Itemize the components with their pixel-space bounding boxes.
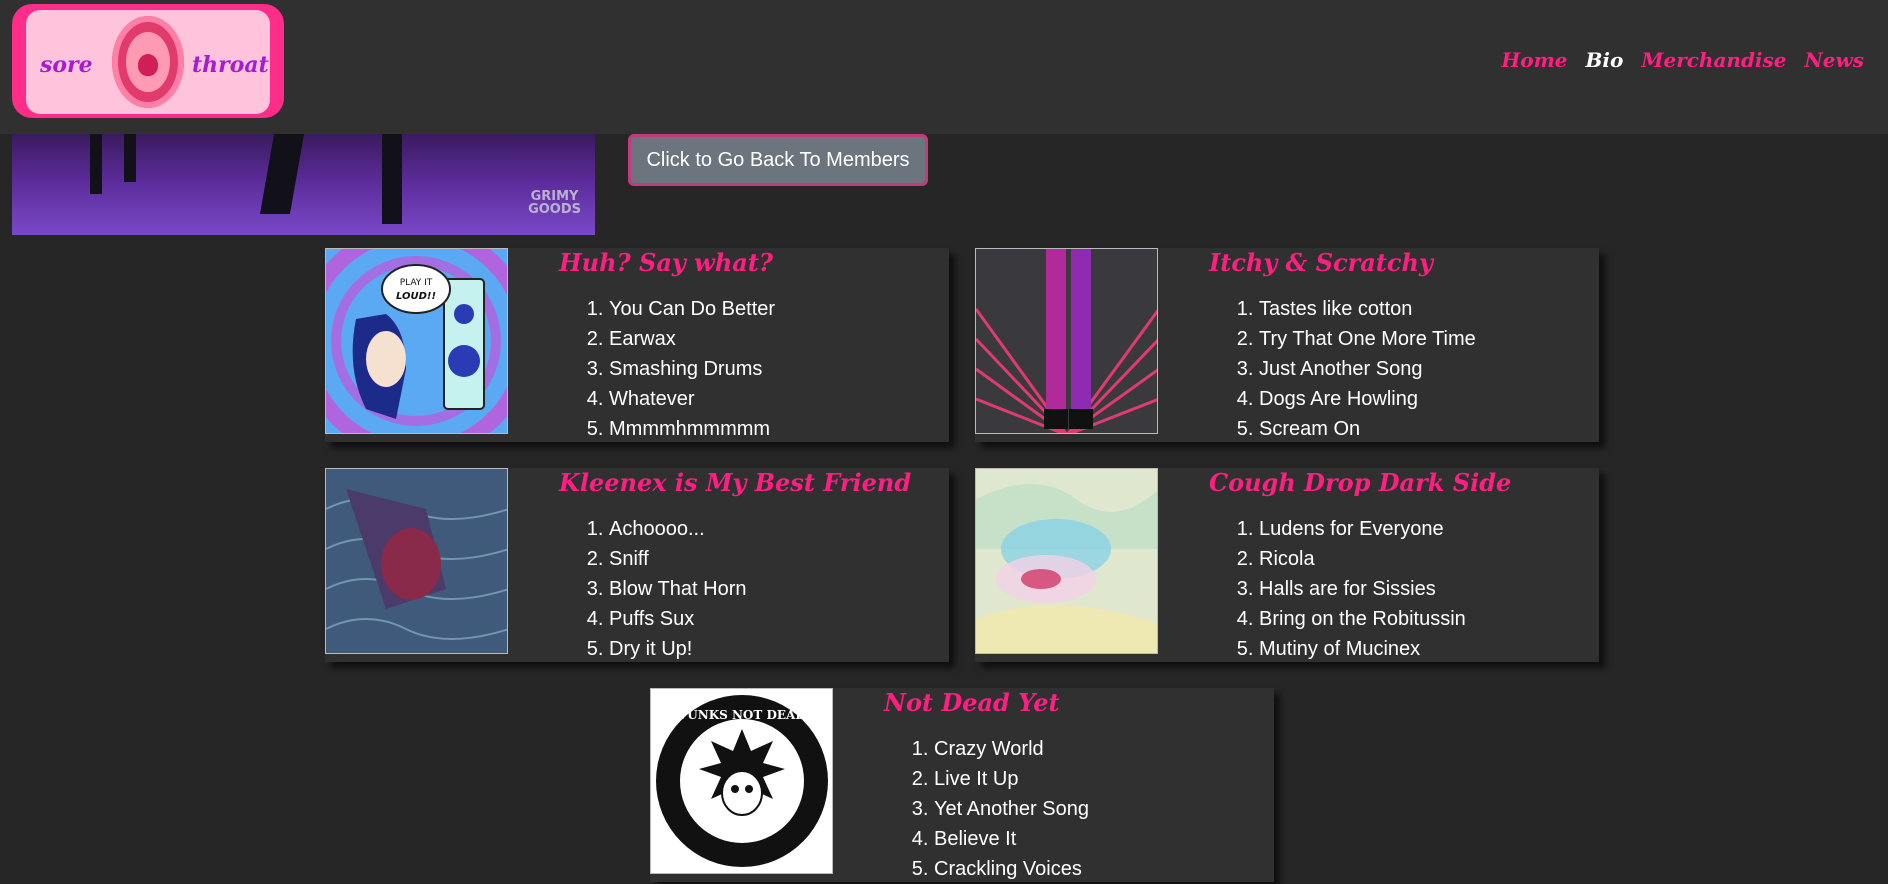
back-to-members-button[interactable]: Click to Go Back To Members xyxy=(628,134,928,186)
track-item: Earwax xyxy=(609,324,775,354)
track-list: Achoooo... Sniff Blow That Horn Puffs Su… xyxy=(587,514,746,664)
album-title: Cough Drop Dark Side xyxy=(1209,468,1512,497)
track-item: Dry it Up! xyxy=(609,634,746,664)
cover-text: PLAY IT xyxy=(400,278,433,288)
nav-bio[interactable]: Bio xyxy=(1585,48,1623,72)
track-item: Blow That Horn xyxy=(609,574,746,604)
hero-leg xyxy=(382,134,402,224)
album-cover[interactable] xyxy=(975,248,1158,434)
track-item: Whatever xyxy=(609,384,775,414)
album-cover[interactable]: PLAY IT LOUD!! xyxy=(325,248,508,434)
hero-leg xyxy=(124,134,136,182)
album-title: Not Dead Yet xyxy=(884,688,1060,717)
nav-merchandise[interactable]: Merchandise xyxy=(1641,48,1786,72)
track-item: Mmmmhmmmmm xyxy=(609,414,775,444)
track-item: Ricola xyxy=(1259,544,1466,574)
track-item: Ludens for Everyone xyxy=(1259,514,1466,544)
main-nav: Home Bio Merchandise News xyxy=(1501,48,1864,72)
track-list: You Can Do Better Earwax Smashing Drums … xyxy=(587,294,775,444)
album-title: Itchy & Scratchy xyxy=(1209,248,1433,277)
track-item: Tastes like cotton xyxy=(1259,294,1476,324)
track-item: Try That One More Time xyxy=(1259,324,1476,354)
track-item: Mutiny of Mucinex xyxy=(1259,634,1466,664)
track-item: Live It Up xyxy=(934,764,1089,794)
logo-word-right: throat xyxy=(192,52,269,78)
album-cover-art: PLAY IT LOUD!! xyxy=(326,249,507,433)
track-item: Dogs Are Howling xyxy=(1259,384,1476,414)
track-item: Crazy World xyxy=(934,734,1089,764)
album-title: Kleenex is My Best Friend xyxy=(559,468,912,497)
cover-text: PUNKS NOT DEAD xyxy=(678,708,806,722)
track-item: Sniff xyxy=(609,544,746,574)
album-cover-art xyxy=(976,469,1157,653)
album-cover[interactable] xyxy=(975,468,1158,654)
track-item: Believe It xyxy=(934,824,1089,854)
track-item: Smashing Drums xyxy=(609,354,775,384)
album-card: Itchy & Scratchy Tastes like cotton Try … xyxy=(975,248,1599,442)
track-item: Just Another Song xyxy=(1259,354,1476,384)
hero-leg xyxy=(259,134,305,214)
album-card: PLAY IT LOUD!! Huh? Say what? You Can Do… xyxy=(325,248,949,442)
hero-image: GRIMY GOODS xyxy=(12,134,595,235)
album-card: Kleenex is My Best Friend Achoooo... Sni… xyxy=(325,468,949,662)
hero-leg xyxy=(90,134,102,194)
open-mouth-icon xyxy=(112,16,184,108)
album-cover-art xyxy=(326,469,507,653)
cover-text: LOUD!! xyxy=(396,291,436,302)
album-cover[interactable]: PUNKS NOT DEAD xyxy=(650,688,833,874)
logo-word-left: sore xyxy=(40,52,93,78)
album-cover-art xyxy=(976,249,1157,433)
track-list: Crazy World Live It Up Yet Another Song … xyxy=(912,734,1089,884)
track-item: Scream On xyxy=(1259,414,1476,444)
album-card: PUNKS NOT DEAD Not Dead Yet Crazy World … xyxy=(650,688,1274,882)
nav-home[interactable]: Home xyxy=(1501,48,1567,72)
track-item: Crackling Voices xyxy=(934,854,1089,884)
album-cover-art: PUNKS NOT DEAD xyxy=(651,689,832,873)
site-header: sore throat Home Bio Merchandise News xyxy=(0,0,1888,134)
album-card: Cough Drop Dark Side Ludens for Everyone… xyxy=(975,468,1599,662)
nav-news[interactable]: News xyxy=(1805,48,1864,72)
track-item: Halls are for Sissies xyxy=(1259,574,1466,604)
watermark: GRIMY GOODS xyxy=(528,189,581,217)
track-list: Tastes like cotton Try That One More Tim… xyxy=(1237,294,1476,444)
track-item: Puffs Sux xyxy=(609,604,746,634)
track-item: Bring on the Robitussin xyxy=(1259,604,1466,634)
album-title: Huh? Say what? xyxy=(559,248,773,277)
album-cover[interactable] xyxy=(325,468,508,654)
track-item: You Can Do Better xyxy=(609,294,775,324)
track-item: Yet Another Song xyxy=(934,794,1089,824)
track-list: Ludens for Everyone Ricola Halls are for… xyxy=(1237,514,1466,664)
logo-panel: sore throat xyxy=(26,10,270,114)
band-logo[interactable]: sore throat xyxy=(12,4,284,118)
track-item: Achoooo... xyxy=(609,514,746,544)
